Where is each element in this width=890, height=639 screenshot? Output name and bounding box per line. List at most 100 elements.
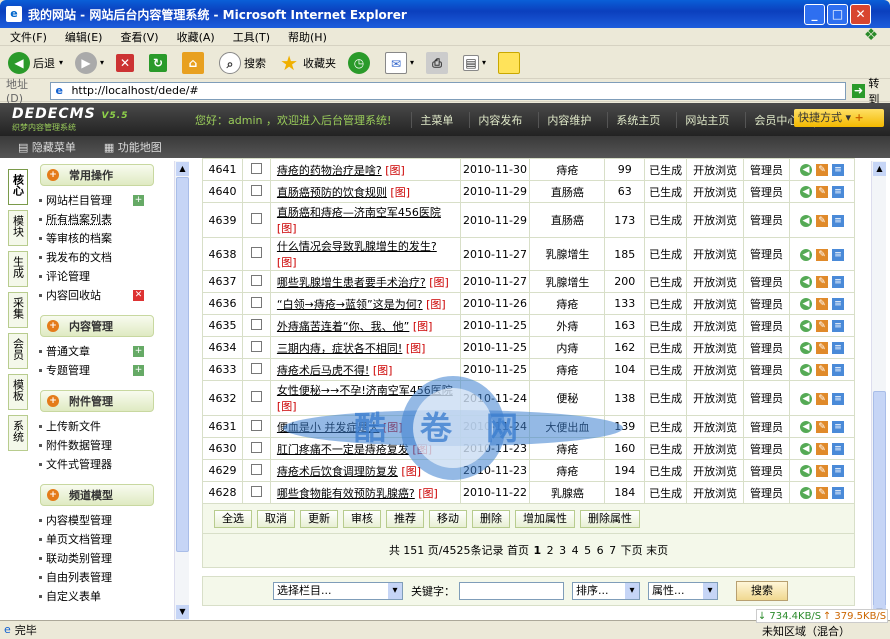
preview-icon[interactable]: ◀ [799,487,812,499]
edit-icon[interactable]: ✎ [815,320,828,332]
nav-main-menu[interactable]: 主菜单 [411,111,453,128]
nav-content-publish[interactable]: 内容发布 [469,111,522,128]
section-content-manage[interactable]: + 内容管理 [40,315,154,337]
preview-icon[interactable]: ◀ [799,392,812,405]
sidebar-item-free-list[interactable]: 自由列表管理 [34,568,154,587]
row-title-link[interactable]: 哪些食物能有效预防乳腺癌? [277,487,415,500]
row-category[interactable]: 乳腺增生 [529,237,606,271]
site-map-link[interactable]: ▦ 功能地图 [104,139,176,155]
document-icon[interactable]: ≡ [831,164,844,176]
update-button[interactable]: 更新 [300,509,338,528]
document-icon[interactable]: ≡ [831,443,844,455]
maximize-button[interactable]: □ [827,4,848,25]
tab-system[interactable]: 系统 [8,415,28,451]
sidebar-item-all-archives[interactable]: 所有档案列表 [34,210,154,229]
menu-file[interactable]: 文件(F) [10,29,47,45]
sidebar-item-articles[interactable]: 普通文章 + [34,342,154,361]
menu-view[interactable]: 查看(V) [120,29,158,45]
row-category[interactable]: 便秘 [529,380,606,416]
checkbox[interactable] [250,296,262,308]
preview-icon[interactable]: ◀ [799,276,812,288]
scroll-thumb[interactable] [176,177,189,552]
document-icon[interactable]: ≡ [831,487,844,499]
delete-icon[interactable]: ✕ [133,290,144,301]
scroll-up-icon[interactable]: ▲ [873,162,886,176]
search-submit-button[interactable]: 搜索 [736,581,788,601]
history-button[interactable]: ◷ [348,51,373,74]
row-title-link[interactable]: 三期内痔，症状各不相同! [277,342,402,355]
checkbox[interactable] [250,247,262,258]
row-checkbox[interactable] [241,437,271,460]
section-common-ops[interactable]: + 常用操作 [40,164,154,186]
cancel-button[interactable]: 取消 [257,509,295,528]
move-button[interactable]: 移动 [429,509,467,528]
remove-attribute-button[interactable]: 删除属性 [580,509,640,528]
nav-content-maintain[interactable]: 内容维护 [538,111,591,128]
row-checkbox[interactable] [241,180,271,203]
row-title-link[interactable]: 外痔痛苦连着“你、我、他” [277,320,409,333]
sidebar-item-my-docs[interactable]: 我发布的文档 [34,248,154,267]
column-select[interactable]: 选择栏目... [273,582,403,600]
add-icon[interactable]: + [133,346,144,357]
edit-icon[interactable]: ✎ [815,443,828,455]
sidebar-item-column-manage[interactable]: 网站栏目管理 + [34,191,154,210]
row-title-link[interactable]: 便血是小 并发症是大 [277,421,380,434]
scroll-thumb[interactable] [873,391,886,611]
sidebar-item-pending[interactable]: 等审核的档案 [34,229,154,248]
edit-icon[interactable]: ✎ [815,276,828,288]
preview-icon[interactable]: ◀ [799,186,812,198]
pager-page[interactable]: 7 [609,544,616,557]
row-title-link[interactable]: 痔疮术后马虎不得! [277,364,369,377]
edit-icon[interactable]: ✎ [815,248,828,261]
keyword-input[interactable] [459,582,564,600]
row-title-link[interactable]: 女性便秘→→不孕!济南空军456医院 [277,384,453,397]
row-category[interactable]: 大便出血 [529,415,606,438]
edit-icon[interactable]: ✎ [815,214,828,227]
checkbox[interactable] [250,184,262,196]
row-checkbox[interactable] [241,202,271,238]
content-scrollbar[interactable]: ▲ ▼ [871,161,886,620]
sort-select[interactable]: 排序... [572,582,640,600]
row-title-link[interactable]: 什么情况会导致乳腺增生的发生? [277,240,437,253]
pager-page[interactable]: 2 [547,544,554,557]
section-attachments[interactable]: + 附件管理 [40,390,154,412]
approve-button[interactable]: 审核 [343,509,381,528]
checkbox[interactable] [250,318,262,330]
sidebar-scrollbar[interactable]: ▲ ▼ [174,161,189,620]
mail-button[interactable]: ✉ ▾ [385,51,414,74]
preview-icon[interactable]: ◀ [799,164,812,176]
print-button[interactable]: ⎙ [426,51,451,74]
row-checkbox[interactable] [241,270,271,293]
row-category[interactable]: 直肠癌 [529,202,606,238]
preview-icon[interactable]: ◀ [799,298,812,310]
recommend-button[interactable]: 推荐 [386,509,424,528]
document-icon[interactable]: ≡ [831,421,844,433]
sidebar-item-linkage[interactable]: 联动类别管理 [34,549,154,568]
refresh-button[interactable]: ↻ [149,53,170,72]
row-category[interactable]: 痔疮 [529,292,606,315]
document-icon[interactable]: ≡ [831,276,844,288]
tab-core[interactable]: 核心 [8,169,28,205]
document-icon[interactable]: ≡ [831,186,844,198]
row-category[interactable]: 乳腺增生 [529,270,606,293]
home-button[interactable]: ⌂ [182,51,207,74]
edit-icon[interactable]: ✎ [815,421,828,433]
pager-last[interactable]: 末页 [646,544,668,557]
document-icon[interactable]: ≡ [831,364,844,376]
edit-icon[interactable]: ✎ [815,342,828,354]
preview-icon[interactable]: ◀ [799,443,812,455]
row-category[interactable]: 内痔 [529,336,606,359]
preview-icon[interactable]: ◀ [799,465,812,477]
menu-edit[interactable]: 编辑(E) [65,29,103,45]
quick-links-dropdown[interactable]: 快捷方式 ▾ + [794,109,884,127]
tab-generate[interactable]: 生成 [8,251,28,287]
sidebar-item-comments[interactable]: 评论管理 [34,267,154,286]
nav-member-center[interactable]: 会员中心 [745,111,798,128]
tab-members[interactable]: 会员 [8,333,28,369]
row-checkbox[interactable] [241,237,271,271]
checkbox[interactable] [250,213,262,224]
search-button[interactable]: ⌕ 搜索 [219,51,266,74]
row-category[interactable]: 外痔 [529,314,606,337]
preview-icon[interactable]: ◀ [799,214,812,227]
preview-icon[interactable]: ◀ [799,248,812,261]
